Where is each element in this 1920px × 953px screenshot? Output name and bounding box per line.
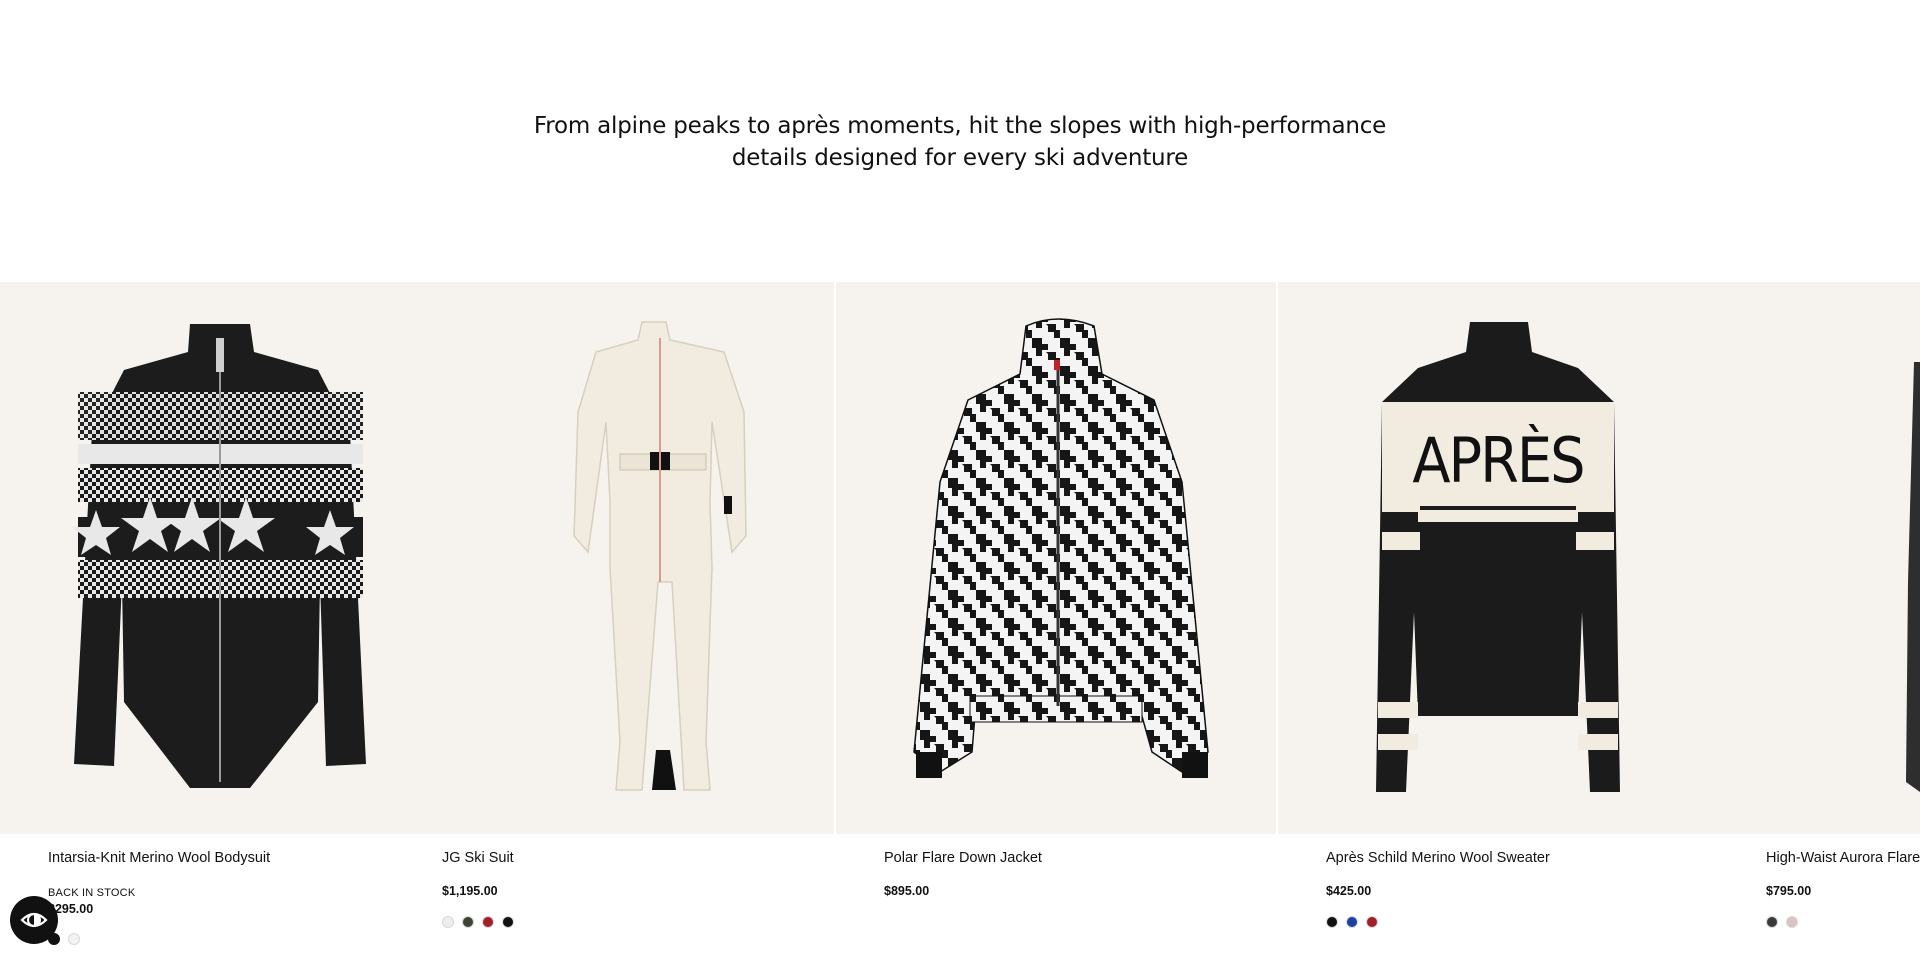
product-name[interactable]: Intarsia-Knit Merino Wool Bodysuit [48, 850, 270, 866]
product-card[interactable]: JG Ski Suit $1,195.00 [394, 282, 834, 953]
product-price: $795.00 [1766, 884, 1812, 898]
swatch-black[interactable] [1326, 916, 1338, 928]
flare-pants-image [1906, 362, 1920, 792]
product-price: $425.00 [1326, 884, 1372, 898]
swatch-red[interactable] [482, 916, 494, 928]
product-name[interactable]: JG Ski Suit [442, 850, 514, 866]
accessibility-button[interactable] [10, 896, 58, 944]
product-card[interactable]: Polar Flare Down Jacket $895.00 [836, 282, 1276, 953]
hero-line-1: From alpine peaks to après moments, hit … [533, 113, 1387, 139]
product-image-link[interactable] [1718, 282, 1920, 834]
product-card[interactable]: APRÈS Après Schild Merino Wool Sweater $… [1278, 282, 1718, 953]
color-swatches [1766, 916, 1798, 928]
product-image-link[interactable]: APRÈS [1278, 282, 1718, 834]
product-name[interactable]: Polar Flare Down Jacket [884, 850, 1042, 866]
product-image-link[interactable] [0, 282, 440, 834]
product-image-link[interactable] [836, 282, 1276, 834]
swatch-black[interactable] [502, 916, 514, 928]
hero-intro: From alpine peaks to après moments, hit … [0, 110, 1920, 174]
color-swatches [1326, 916, 1378, 928]
product-name[interactable]: Après Schild Merino Wool Sweater [1326, 850, 1550, 866]
ski-suit-image [573, 321, 747, 791]
swatch-pink[interactable] [1786, 916, 1798, 928]
product-price: $1,195.00 [442, 884, 498, 898]
swatch-charcoal[interactable] [1766, 916, 1778, 928]
swatch-olive[interactable] [462, 916, 474, 928]
swatch-red[interactable] [1366, 916, 1378, 928]
down-jacket-image [913, 318, 1209, 778]
swatch-blue[interactable] [1346, 916, 1358, 928]
swatch-white[interactable] [442, 916, 454, 928]
product-carousel[interactable]: Intarsia-Knit Merino Wool Bodysuit BACK … [0, 282, 1920, 953]
accessibility-icon [20, 912, 48, 928]
bodysuit-image [72, 324, 366, 788]
product-price: $895.00 [884, 884, 930, 898]
stock-badge: BACK IN STOCK [48, 887, 136, 899]
hero-line-2: details designed for every ski adventure [731, 145, 1189, 171]
product-card[interactable]: Intarsia-Knit Merino Wool Bodysuit BACK … [0, 282, 440, 953]
product-image-link[interactable] [394, 282, 834, 834]
swatch-white[interactable] [68, 933, 80, 945]
product-card[interactable]: High-Waist Aurora Flare $795.00 [1718, 282, 1920, 953]
color-swatches [442, 916, 514, 928]
product-name[interactable]: High-Waist Aurora Flare [1766, 850, 1920, 866]
svg-text:APRÈS: APRÈS [1412, 424, 1583, 497]
sweater-image: APRÈS [1376, 322, 1620, 792]
